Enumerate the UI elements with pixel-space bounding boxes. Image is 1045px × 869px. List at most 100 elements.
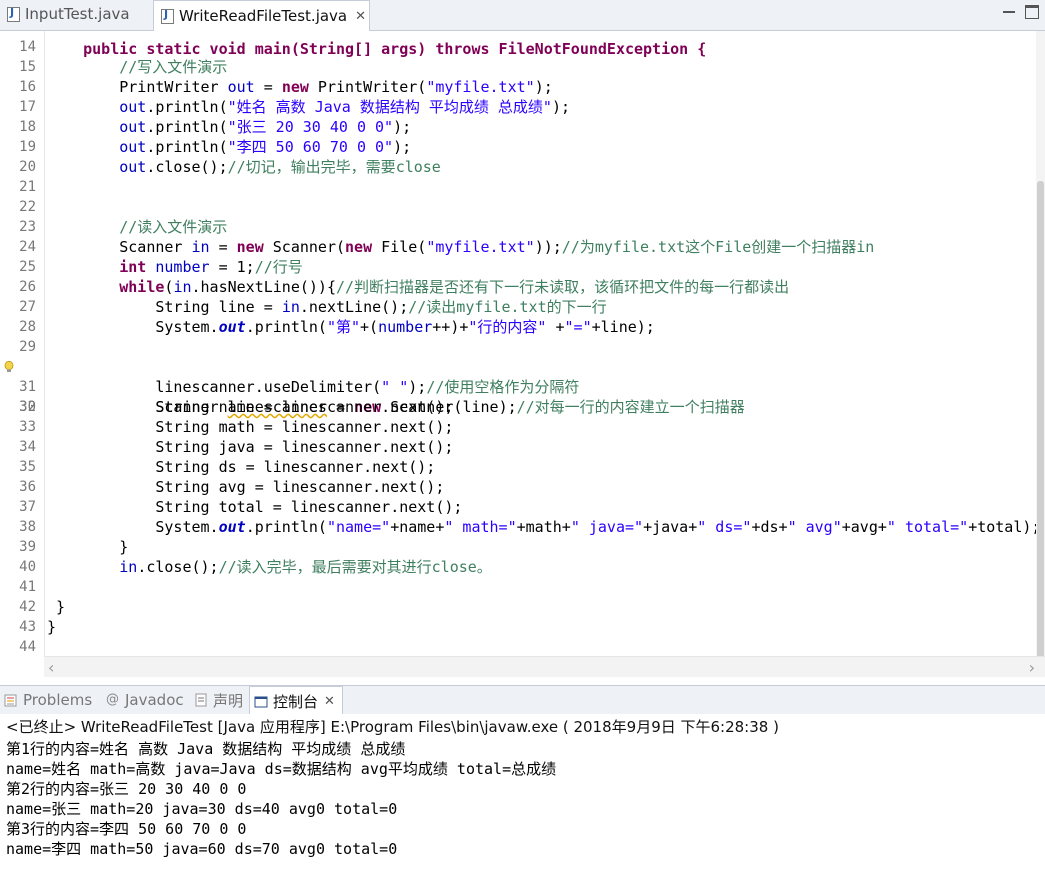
line-number: 22 xyxy=(19,199,36,215)
code-line: 32 String name = linescanner.next(); xyxy=(0,397,1045,417)
code-line: 35 String ds = linescanner.next(); xyxy=(0,457,1045,477)
code-line: 40 in.close();//读入完毕，最后需要对其进行close。 xyxy=(0,557,1045,577)
code-line: 24 Scanner in = new Scanner(new File("my… xyxy=(0,237,1045,257)
line-number: 34 xyxy=(19,439,36,455)
editor-horizontal-scrollbar[interactable]: ‹ › xyxy=(44,656,1045,677)
console-output[interactable]: <已终止> WriteReadFileTest [Java 应用程序] E:\P… xyxy=(0,714,1045,869)
line-number: 26 xyxy=(19,279,36,295)
code-line: 29 xyxy=(0,337,1045,357)
line-number: 16 xyxy=(19,79,36,95)
console-line: 第1行的内容=姓名 高数 Java 数据结构 平均成绩 总成绩 xyxy=(6,740,406,758)
line-number: 19 xyxy=(19,139,36,155)
line-number: 43 xyxy=(19,619,36,635)
tab-label: Javadoc xyxy=(125,691,184,709)
code-editor[interactable]: public static void main(String[] args) t… xyxy=(0,31,1045,656)
comment: //写入文件演示 xyxy=(119,58,228,76)
bottom-panel-tab-bar: Problems @ Javadoc 声明 控制台 ✕ xyxy=(0,685,1045,716)
javadoc-icon: @ xyxy=(106,692,119,707)
code-line: 23 //读入文件演示 xyxy=(0,217,1045,237)
line-number: 21 xyxy=(19,179,36,195)
editor-vertical-scrollbar[interactable] xyxy=(1036,31,1045,661)
line-number: 31 xyxy=(19,379,36,395)
code-line: 20 out.close();//切记，输出完毕，需要close xyxy=(0,157,1045,177)
line-number: 33 xyxy=(19,419,36,435)
code-line: 38 System.out.println("name="+name+" mat… xyxy=(0,517,1045,537)
scroll-left-icon[interactable]: ‹ xyxy=(48,658,54,677)
line-number: 25 xyxy=(19,259,36,275)
code-line: 30 Scanner linescanner = new Scanner(lin… xyxy=(0,357,1045,416)
line-number: 14 xyxy=(19,39,36,55)
code-line: 26 while(in.hasNextLine()){//判断扫描器是否还有下一… xyxy=(0,277,1045,297)
code-line: 25 int number = 1;//行号 xyxy=(0,257,1045,277)
tab-console[interactable]: 控制台 ✕ xyxy=(249,686,343,716)
line-number: 23 xyxy=(19,219,36,235)
code-line: 44 xyxy=(0,637,1045,656)
tab-javadoc[interactable]: @ Javadoc xyxy=(102,686,187,714)
line-number: 40 xyxy=(19,559,36,575)
tab-label: InputTest.java xyxy=(25,5,130,23)
console-line: 第3行的内容=李四 50 60 70 0 0 xyxy=(6,820,247,838)
code-line: 39 } xyxy=(0,537,1045,557)
console-line: name=李四 math=50 java=60 ds=70 avg0 total… xyxy=(6,840,398,858)
code-line: 34 String java = linescanner.next(); xyxy=(0,437,1045,457)
line-number: 29 xyxy=(19,339,36,355)
line-number: 27 xyxy=(19,299,36,315)
line-number: 36 xyxy=(19,479,36,495)
window-controls xyxy=(1003,5,1039,19)
code-line: 31 linescanner.useDelimiter(" ");//使用空格作… xyxy=(0,377,1045,397)
console-line: 第2行的内容=张三 20 30 40 0 0 xyxy=(6,780,247,798)
line-number: 20 xyxy=(19,159,36,175)
line-number: 38 xyxy=(19,519,36,535)
line-number: 44 xyxy=(19,639,36,655)
line-number: 17 xyxy=(19,99,36,115)
minimize-icon[interactable] xyxy=(1003,5,1015,13)
line-number: 24 xyxy=(19,239,36,255)
line-number: 18 xyxy=(19,119,36,135)
line-number: 39 xyxy=(19,539,36,555)
java-file-icon: J xyxy=(6,6,20,22)
code-line: 42 } xyxy=(0,597,1045,617)
line-number: 28 xyxy=(19,319,36,335)
close-icon[interactable]: ✕ xyxy=(355,9,366,24)
line-number: 32 xyxy=(19,399,36,415)
close-icon[interactable]: ✕ xyxy=(324,694,335,709)
scroll-right-icon[interactable]: › xyxy=(1029,658,1035,677)
code-line: 43} xyxy=(0,617,1045,637)
line-number: 15 xyxy=(19,59,36,75)
line-number: 37 xyxy=(19,499,36,515)
scrollbar-thumb[interactable] xyxy=(1037,181,1044,661)
tab-declaration[interactable]: 声明 xyxy=(190,686,248,714)
maximize-icon[interactable] xyxy=(1025,5,1039,19)
tab-inputtest-java[interactable]: J InputTest.java xyxy=(0,0,150,28)
tab-label: Problems xyxy=(23,691,93,709)
code-line: 18 out.println("张三 20 30 40 0 0"); xyxy=(0,117,1045,137)
code-line: 27 String line = in.nextLine();//读出myfil… xyxy=(0,297,1045,317)
warning-lightbulb-icon[interactable] xyxy=(4,361,14,373)
java-file-icon: J xyxy=(160,8,174,24)
line-number: 35 xyxy=(19,459,36,475)
console-header: <已终止> WriteReadFileTest [Java 应用程序] E:\P… xyxy=(6,718,779,736)
code-line: 41 xyxy=(0,577,1045,597)
editor-tab-bar: J InputTest.java J WriteReadFileTest.jav… xyxy=(0,0,1045,31)
code-line: 28 System.out.println("第"+(number++)+"行的… xyxy=(0,317,1045,337)
tab-label: 控制台 xyxy=(273,693,319,711)
tab-label: WriteReadFileTest.java xyxy=(179,7,348,25)
code-line: 17 out.println("姓名 高数 Java 数据结构 平均成绩 总成绩… xyxy=(0,97,1045,117)
code-line: 37 String total = linescanner.next(); xyxy=(0,497,1045,517)
code-line: 14 xyxy=(0,37,1045,57)
declaration-icon xyxy=(194,693,208,707)
code-line: 36 String avg = linescanner.next(); xyxy=(0,477,1045,497)
code-line: 22 xyxy=(0,197,1045,217)
problems-icon xyxy=(4,693,18,707)
tab-label: 声明 xyxy=(213,691,244,710)
console-line: name=张三 math=20 java=30 ds=40 avg0 total… xyxy=(6,800,398,818)
code-line: 19 out.println("李四 50 60 70 0 0"); xyxy=(0,137,1045,157)
code-line: 16 PrintWriter out = new PrintWriter("my… xyxy=(0,77,1045,97)
line-number: 41 xyxy=(19,579,36,595)
code-line: 21 xyxy=(0,177,1045,197)
tab-writereadfiletest-java[interactable]: J WriteReadFileTest.java ✕ xyxy=(153,0,370,31)
line-number: 42 xyxy=(19,599,36,615)
console-icon xyxy=(254,695,268,709)
tab-problems[interactable]: Problems xyxy=(0,686,98,714)
console-line: name=姓名 math=高数 java=Java ds=数据结构 avg平均成… xyxy=(6,760,557,778)
